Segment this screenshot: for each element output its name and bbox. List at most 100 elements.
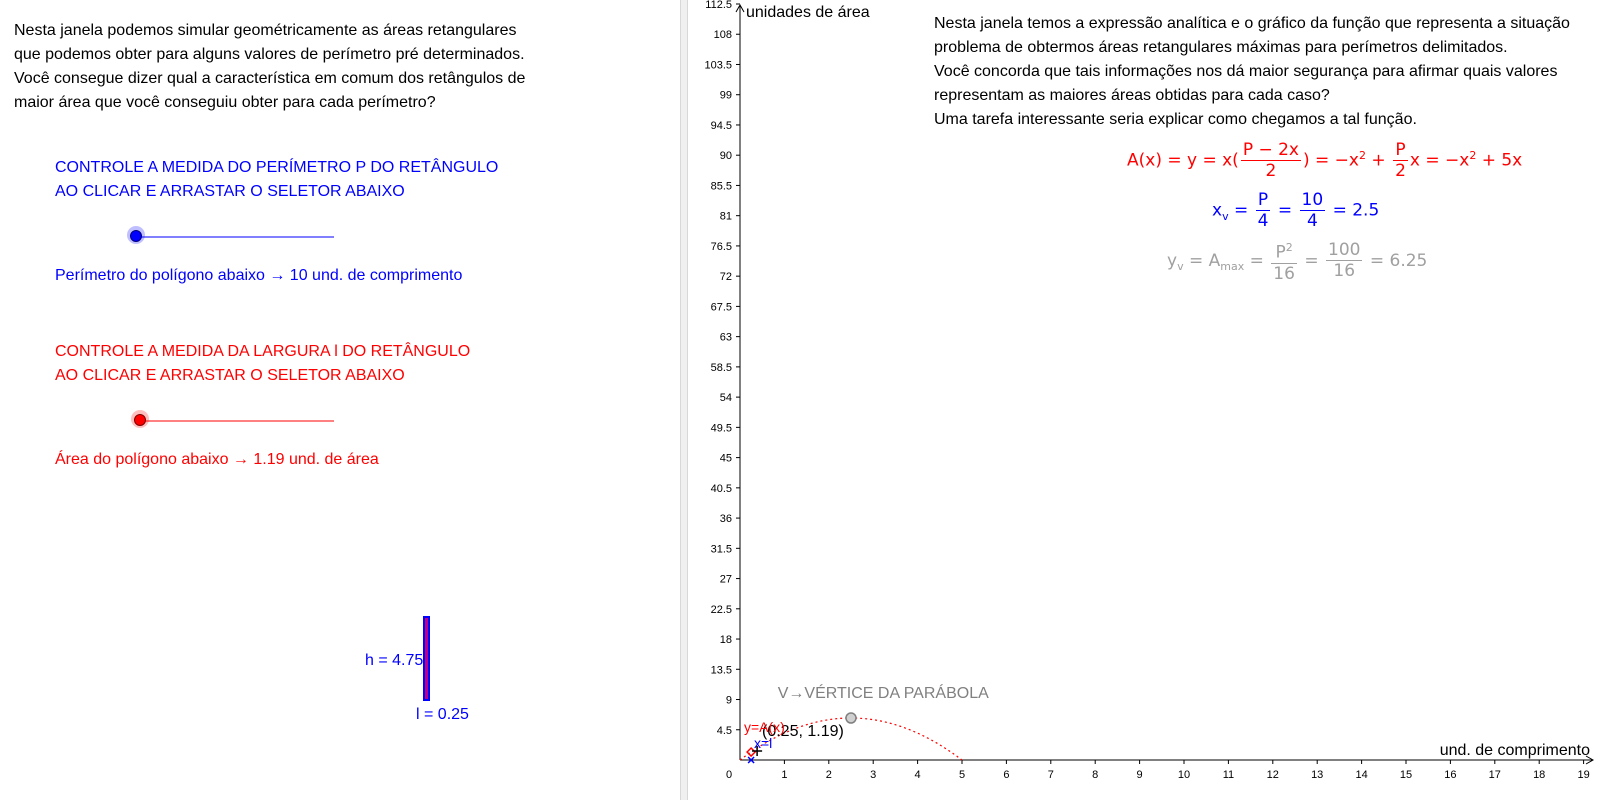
area-formula-plus: + <box>1366 150 1392 171</box>
area-formula-fraction-2: P2 <box>1393 140 1408 181</box>
description-line: representam as maiores áreas obtidas par… <box>934 87 1330 104</box>
y-tick-label: 45 <box>720 453 732 465</box>
y-tick-label: 54 <box>720 392 732 404</box>
y-tick-label: 49.5 <box>711 422 732 434</box>
x-tick-label: 19 <box>1577 769 1589 781</box>
description-line: problema de obtermos áreas retangulares … <box>934 39 1508 56</box>
perimeter-title-line: AO CLICAR E ARRASTAR O SELETOR ABAIXO <box>55 183 405 200</box>
curve-label: y=A(x) <box>744 719 785 735</box>
fraction-denominator: 16 <box>1273 263 1295 284</box>
amax-subscript: max <box>1220 260 1245 274</box>
right-description: Nesta janela temos a expressão analítica… <box>934 12 1570 132</box>
width-title-line: AO CLICAR E ARRASTAR O SELETOR ABAIXO <box>55 367 405 384</box>
equals-sign: = <box>1228 200 1254 221</box>
y-tick-label: 31.5 <box>711 543 732 555</box>
width-title-line: CONTROLE A MEDIDA DA LARGURA l DO RETÂNG… <box>55 343 471 360</box>
perimeter-title-line: CONTROLE A MEDIDA DO PERÍMETRO P DO RETÂ… <box>55 159 499 176</box>
xv-result: = 2.5 <box>1327 200 1380 221</box>
intro-line: Nesta janela podemos simular geométricam… <box>14 22 517 39</box>
y-tick-label: 67.5 <box>711 301 732 313</box>
y-tick-label: 27 <box>720 574 732 586</box>
fraction-numerator: 10 <box>1299 190 1326 211</box>
intro-line: Você consegue dizer qual a característic… <box>14 70 526 87</box>
x-tick-label: 3 <box>870 769 876 781</box>
width-slider-track[interactable] <box>140 420 334 422</box>
x-tick-label: 2 <box>826 769 832 781</box>
origin-label: 0 <box>726 769 732 781</box>
y-tick-label: 94.5 <box>711 120 732 132</box>
yv-result: = 6.25 <box>1364 250 1428 271</box>
y-tick-label: 72 <box>720 271 732 283</box>
x-tick-label: 13 <box>1311 769 1323 781</box>
perimeter-slider-knob[interactable] <box>130 230 142 242</box>
fraction-numerator: P <box>1255 190 1271 211</box>
p-symbol: P <box>1275 242 1286 263</box>
fraction-numerator: P − 2x <box>1240 140 1301 161</box>
fraction-denominator: 2 <box>1395 161 1406 181</box>
intro-line: que podemos obter para alguns valores de… <box>14 46 525 63</box>
x-equals-l-label: x=l <box>754 735 772 751</box>
y-tick-label: 13.5 <box>711 664 732 676</box>
yv-fraction-1: P2 16 <box>1271 238 1297 284</box>
y-tick-label: 40.5 <box>711 483 732 495</box>
width-slider-knob[interactable] <box>134 414 146 426</box>
perimeter-readout: Perímetro do polígono abaixo → 10 und. d… <box>55 267 463 284</box>
fraction-denominator: 2 <box>1265 161 1277 181</box>
vertex-x-formula[interactable]: xv = P4 = 10 4 = 2.5 <box>1212 190 1379 231</box>
fraction-denominator: 4 <box>1257 211 1269 231</box>
y-tick-label: 112.5 <box>705 0 732 11</box>
x-tick-label: 11 <box>1223 769 1234 781</box>
pane-divider[interactable] <box>680 0 688 800</box>
perimeter-slider[interactable] <box>127 226 334 247</box>
y-tick-label: 4.5 <box>717 725 732 737</box>
x-tick-label: 6 <box>1003 769 1009 781</box>
description-line: Nesta janela temos a expressão analítica… <box>934 15 1570 32</box>
area-formula-mid: ) = −x <box>1303 150 1359 171</box>
y-tick-label: 63 <box>720 332 732 344</box>
fraction-numerator: P2 <box>1271 238 1297 264</box>
y-tick-label: 22.5 <box>711 604 732 616</box>
rectangle-polygon[interactable] <box>423 616 430 701</box>
x-tick-label: 9 <box>1137 769 1143 781</box>
x-tick-label: 10 <box>1178 769 1190 781</box>
equals-sign: = <box>1272 200 1298 221</box>
y-tick-label: 36 <box>720 513 732 525</box>
intro-line: maior área que você conseguiu obter para… <box>14 94 436 111</box>
yv-amax: = A <box>1183 250 1221 271</box>
equals-sign: = <box>1298 250 1324 271</box>
fraction-denominator: 16 <box>1333 261 1356 282</box>
y-tick-label: 90 <box>720 150 732 162</box>
y-tick-label: 99 <box>720 90 732 102</box>
xv-lhs: x <box>1212 200 1223 221</box>
area-formula-lhs: A(x) = y = x( <box>1127 150 1239 171</box>
perimeter-control-title: CONTROLE A MEDIDA DO PERÍMETRO P DO RETÂ… <box>55 156 498 204</box>
y-tick-label: 9 <box>726 695 732 707</box>
xv-fraction-2: 10 4 <box>1299 190 1326 231</box>
perimeter-slider-track[interactable] <box>136 236 334 238</box>
x-tick-label: 5 <box>959 769 965 781</box>
x-tick-label: 17 <box>1489 769 1501 781</box>
square-exponent: 2 <box>1285 241 1293 254</box>
height-label: h = 4.75 <box>365 652 424 669</box>
x-tick-label: 8 <box>1092 769 1098 781</box>
x-tick-label: 12 <box>1267 769 1279 781</box>
x-tick-label: 7 <box>1048 769 1054 781</box>
y-tick-label: 81 <box>720 211 732 223</box>
area-readout: Área do polígono abaixo → 1.19 und. de á… <box>55 451 379 468</box>
x-tick-label: 16 <box>1444 769 1456 781</box>
x-tick-label: 1 <box>781 769 787 781</box>
xv-fraction-1: P4 <box>1255 190 1271 231</box>
width-slider[interactable] <box>131 410 334 431</box>
vertex-y-formula[interactable]: yv = Amax = P2 16 = 100 16 = 6.25 <box>1167 238 1428 284</box>
description-line: Você concorda que tais informações nos d… <box>934 63 1558 80</box>
area-formula[interactable]: A(x) = y = x(P − 2x 2) = −x2 + P2x = −x2 … <box>1127 140 1522 181</box>
vertex-label: V→VÉRTICE DA PARÁBOLA <box>778 683 989 702</box>
vertex-point <box>845 712 857 724</box>
geometry-pane: Nesta janela podemos simular geométricam… <box>0 0 680 800</box>
y-tick-label: 108 <box>714 29 732 41</box>
description-line: Uma tarefa interessante seria explicar c… <box>934 111 1417 128</box>
width-label: l = 0.25 <box>416 706 469 723</box>
fraction-denominator: 4 <box>1306 211 1318 231</box>
left-intro-text: Nesta janela podemos simular geométricam… <box>14 19 574 115</box>
equals-sign: = <box>1244 250 1270 271</box>
